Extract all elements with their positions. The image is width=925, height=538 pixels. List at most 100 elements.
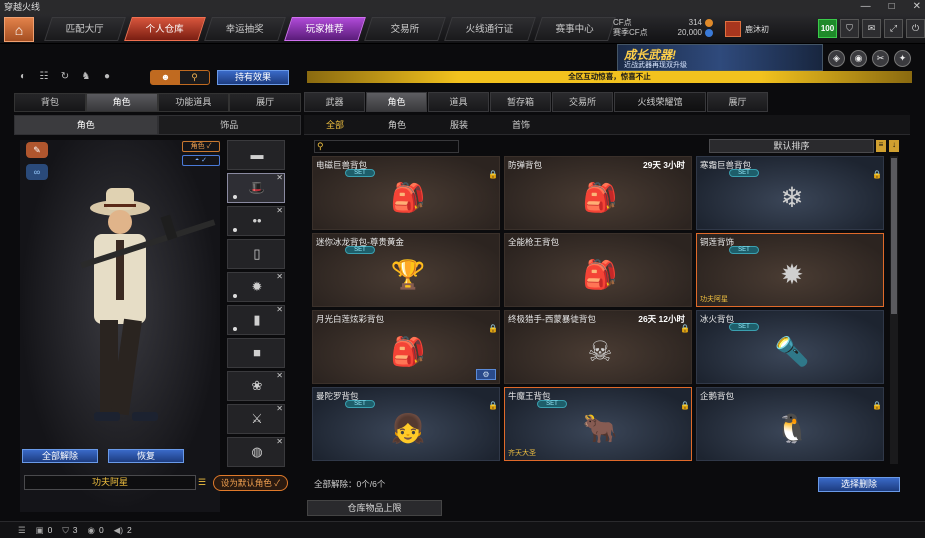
remove-icon[interactable]: ✕ [276,404,283,413]
tab-events[interactable]: 赛事中心 [534,17,616,41]
gear-icon[interactable]: ⚙ [476,369,496,380]
group-icon[interactable]: ☷ [37,70,51,84]
user-info[interactable]: 鹿沐初 [725,18,815,40]
unequip-count: 全部解除：0个/6个 [314,479,386,489]
power-icon[interactable]: ⏻ [906,19,925,38]
item-card[interactable]: 迷你冰龙背包-尊贵黄金 SET 🏆 [312,233,500,307]
character-view-icon[interactable]: ☻ [151,71,180,84]
remove-icon[interactable]: ✕ [276,272,283,281]
search-input[interactable]: ⚲ [314,140,459,153]
pose-icon[interactable]: ♞ [79,70,93,84]
mode-globe-icon[interactable]: ◉ [850,50,867,67]
tab-showroom[interactable]: 展厅 [229,93,301,112]
item-card[interactable]: 全能枪王背包 🎒 [504,233,692,307]
tab-match-lobby[interactable]: 匹配大厅 [44,17,126,41]
status-count-a: 0 [47,525,53,535]
remove-icon[interactable]: ✕ [276,305,283,314]
filter-character[interactable]: 角色 [366,115,428,134]
remove-icon[interactable]: ✕ [276,206,283,215]
item-card[interactable]: 电磁巨兽背包 SET 🔒 🎒 [312,156,500,230]
item-card[interactable]: 寒霜巨兽背包 SET 🔒 ❄ [696,156,884,230]
slot-weapon[interactable]: ▬ [227,140,285,170]
item-card[interactable]: 铜莲背饰 SET ✹ 功夫阿星 [696,233,884,307]
tab-character[interactable]: 角色 [85,93,158,112]
tab-characters[interactable]: 角色 [366,92,427,112]
item-card[interactable]: 企鹅背包 🔒 🐧 [696,387,884,461]
trophy-icon: 🏆 [390,259,426,290]
tab-trade[interactable]: 交易所 [552,92,613,112]
rotate-icon[interactable]: ↻ [58,70,72,84]
tab-recommend[interactable]: 玩家推荐 [284,17,366,41]
maximize-button[interactable]: □ [889,0,895,14]
mode-knife-icon[interactable]: ✂ [872,50,889,67]
speaker-icon[interactable]: ◀) [114,525,123,536]
slot-backpack[interactable]: ✕ ✹ [227,272,285,302]
slot-hat[interactable]: ✕ 🎩 [227,173,285,203]
slot-glasses[interactable]: ✕ •• [227,206,285,236]
filter-all[interactable]: 全部 [304,115,366,134]
item-card[interactable]: 防弹背包 29天 3小时 🎒 [504,156,692,230]
tab-honor-hall[interactable]: 火线荣耀馆 [614,92,706,112]
sort-direction-icon[interactable]: ↓ [889,140,899,152]
promo-banner[interactable]: 成长武器! 近战武器再现双升级 [617,44,823,71]
restore-button[interactable]: 恢复 [108,449,184,463]
slot-empty[interactable]: ▯ [227,239,285,269]
outfit-icon[interactable]: ✎ [26,142,48,158]
window-title: 穿越火线 [4,2,41,12]
tab-backpack[interactable]: 背包 [14,93,86,112]
unequip-all-button[interactable]: 全部解除 [22,449,98,463]
tab-lottery[interactable]: 幸运抽奖 [204,17,286,41]
set-default-character-button[interactable]: 设为默认角色 ✓ [213,475,288,491]
tab-battle-pass[interactable]: 火线通行证 [444,17,536,41]
subtab-character[interactable]: 角色 [14,115,158,135]
remove-icon[interactable]: ✕ [276,437,283,446]
storage-limit-button[interactable]: 仓库物品上限 [307,500,442,516]
minimize-button[interactable]: — [861,0,871,14]
item-card[interactable]: 牛魔王背包 SET 🔒 🐂 齐天大圣 [504,387,692,461]
remove-icon[interactable]: ✕ [276,173,283,182]
slot-spray[interactable]: ✕ ❀ [227,371,285,401]
list-view-icon[interactable]: ≡ [876,140,886,152]
slot-badge[interactable]: ✕ ◍ [227,437,285,467]
tab-warehouse[interactable]: 个人仓库 [124,17,206,41]
item-card[interactable]: 曼陀罗背包 SET 🔒 👧 [312,387,500,461]
slot-accessory[interactable]: ✕ ▮ [227,305,285,335]
item-card[interactable]: 终极猎手-西蒙暴徒背包 26天 12小时 🔒 ☠ [504,310,692,384]
scrollbar[interactable] [890,156,898,464]
select-delete-button[interactable]: 选择删除 [818,477,900,492]
tab-gallery[interactable]: 展厅 [707,92,768,112]
view-toggle[interactable]: ☻ ⚲ [150,70,210,85]
mode-wing-icon[interactable]: ✦ [894,50,911,67]
item-card[interactable]: 月光白莲炫彩背包 🔒 🎒 ⚙ [312,310,500,384]
tab-items[interactable]: 道具 [428,92,489,112]
equipment-slots: ▬ ✕ 🎩 ✕ •• ▯ ✕ ✹ ✕ ▮ ■ ✕ ❀ ✕ ⚔ ✕ ◍ [227,140,285,470]
slot-empty-2[interactable]: ■ [227,338,285,368]
list-icon[interactable]: ☰ [198,477,208,488]
fullscreen-icon[interactable]: ⤢ [884,19,903,38]
announcement-bar: 全区互动惊喜，惊喜不止 [307,71,912,83]
menu-icon[interactable]: ☰ [18,525,26,536]
owned-effects-button[interactable]: 持有效果 [217,70,289,85]
item-card[interactable]: 冰火背包 SET 🔦 [696,310,884,384]
tab-storage-box[interactable]: 暂存箱 [490,92,551,112]
filter-jewelry[interactable]: 首饰 [490,115,552,134]
zoom-view-icon[interactable]: ⚲ [180,71,209,84]
sort-select[interactable]: 默认排序 [709,139,874,153]
mode-shield-icon[interactable]: ◈ [828,50,845,67]
grenade-icon[interactable]: ● [100,70,114,84]
tab-function-items[interactable]: 功能道具 [157,93,230,112]
character-name-field[interactable]: 功夫阿星 [24,475,196,490]
shield-icon[interactable]: ⛉ [840,19,859,38]
role-badge[interactable]: 角色 ✓ [182,141,220,152]
home-icon[interactable]: ⌂ [4,17,34,42]
tab-weapons[interactable]: 武器 [304,92,365,112]
close-button[interactable]: ✕ [913,0,921,14]
filter-clothing[interactable]: 服装 [428,115,490,134]
mail-icon[interactable]: ✉ [862,19,881,38]
remove-icon[interactable]: ✕ [276,371,283,380]
off-icon[interactable]: ◐ [16,70,30,84]
scrollbar-thumb[interactable] [891,158,897,314]
subtab-accessories[interactable]: 饰品 [157,115,301,135]
slot-charm[interactable]: ✕ ⚔ [227,404,285,434]
tab-exchange[interactable]: 交易所 [364,17,446,41]
